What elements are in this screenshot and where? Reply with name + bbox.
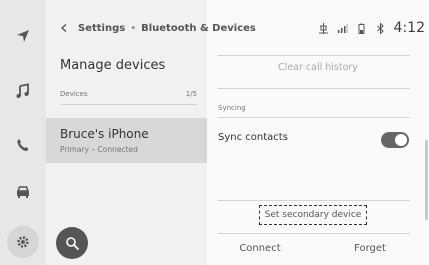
ev-charging-icon <box>318 22 328 34</box>
divider <box>218 117 410 118</box>
devices-section-header: Devices 1/5 <box>60 90 197 98</box>
page-title: Manage devices <box>60 58 166 73</box>
sync-contacts-label: Sync contacts <box>218 132 288 143</box>
search-icon <box>65 236 79 250</box>
breadcrumb-settings[interactable]: Settings <box>78 23 125 34</box>
music-icon[interactable] <box>11 79 35 103</box>
bluetooth-icon <box>376 22 384 34</box>
search-button[interactable] <box>56 227 88 259</box>
battery-icon <box>358 23 365 34</box>
forget-button[interactable]: Forget <box>340 243 400 254</box>
back-chevron-icon[interactable] <box>60 24 68 32</box>
clock: 4:12 <box>393 20 425 36</box>
nav-rail <box>0 0 46 265</box>
syncing-header: Syncing <box>218 104 246 112</box>
device-name: Bruce's iPhone <box>60 127 149 141</box>
scrollbar[interactable] <box>425 140 428 220</box>
devices-count: 1/5 <box>185 90 197 98</box>
breadcrumb-separator: • <box>130 22 137 34</box>
set-secondary-device-button[interactable]: Set secondary device <box>259 205 367 225</box>
divider <box>218 88 410 89</box>
navigation-icon[interactable] <box>11 24 35 48</box>
toggle-knob <box>395 134 407 146</box>
breadcrumb: Settings • Bluetooth & Devices <box>60 20 256 36</box>
clear-call-history-button[interactable]: Clear call history <box>243 62 393 73</box>
divider <box>60 104 197 105</box>
set-secondary-device-label: Set secondary device <box>264 210 362 220</box>
breadcrumb-current: Bluetooth & Devices <box>141 22 256 34</box>
divider <box>218 200 410 201</box>
device-list-item[interactable]: Bruce's iPhone Primary – Connected <box>46 118 207 163</box>
car-icon[interactable] <box>11 180 35 204</box>
phone-icon[interactable] <box>11 133 35 157</box>
divider <box>218 233 410 234</box>
connect-button[interactable]: Connect <box>225 243 295 254</box>
signal-strength-icon <box>337 23 348 33</box>
devices-label: Devices <box>60 90 88 98</box>
settings-icon[interactable] <box>7 226 39 258</box>
divider <box>218 55 410 56</box>
status-bar: 4:12 <box>318 18 425 38</box>
device-status: Primary – Connected <box>60 145 138 154</box>
sync-contacts-toggle[interactable] <box>381 132 409 148</box>
